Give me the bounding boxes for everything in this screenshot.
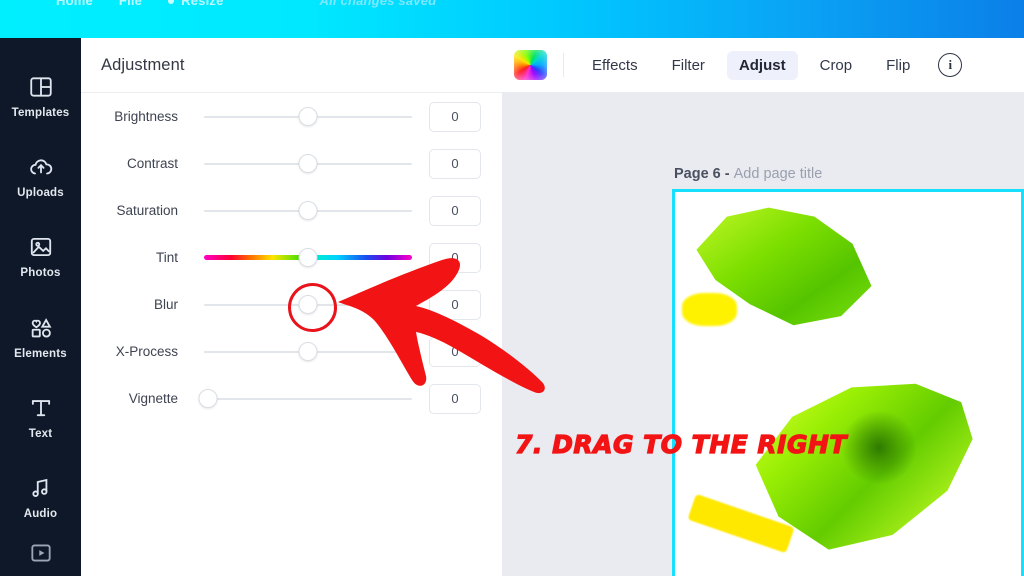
status-dot-icon bbox=[168, 0, 175, 5]
top-menu-item-resize[interactable]: Resize bbox=[168, 0, 223, 8]
slider-track[interactable] bbox=[204, 397, 412, 400]
slider-row-x-process: X-Process 0 bbox=[81, 328, 502, 375]
slider-x-process[interactable] bbox=[204, 342, 412, 362]
panel-title: Adjustment bbox=[101, 55, 185, 74]
top-menu-label: Home bbox=[56, 0, 93, 8]
adjustment-panel: Adjustment Brightness 0 Contrast 0 Saturatio… bbox=[81, 38, 502, 576]
image-edit-toolbar: Effects Filter Adjust Crop Flip i bbox=[502, 38, 1024, 92]
slider-saturation[interactable] bbox=[204, 201, 412, 221]
top-menu-item-file[interactable]: File bbox=[119, 0, 142, 8]
left-sidebar: Templates Uploads Photos Elements Text A… bbox=[0, 38, 81, 576]
video-icon bbox=[28, 540, 54, 566]
templates-icon bbox=[28, 74, 54, 100]
sidebar-label-photos: Photos bbox=[20, 267, 61, 280]
slider-row-brightness: Brightness 0 bbox=[81, 93, 502, 140]
page-title-label[interactable]: Page 6 - Add page title bbox=[674, 166, 822, 182]
toolbar-tabs: Effects Filter Adjust Crop Flip bbox=[580, 50, 932, 80]
sidebar-item-text[interactable]: Text bbox=[0, 377, 81, 457]
slider-label-contrast: Contrast bbox=[126, 156, 178, 171]
slider-blur[interactable] bbox=[204, 295, 412, 315]
slider-label-brightness: Brightness bbox=[114, 109, 178, 124]
slider-value-tint[interactable]: 0 bbox=[429, 242, 481, 273]
slider-knob-vignette[interactable] bbox=[198, 389, 218, 408]
canvas-area: Effects Filter Adjust Crop Flip i Page 6 - A… bbox=[502, 38, 1024, 576]
slider-tint[interactable] bbox=[204, 248, 412, 268]
slider-vignette[interactable] bbox=[198, 389, 412, 409]
step-instruction-text: 7. DRAG TO THE RIGHT bbox=[514, 429, 847, 459]
slider-label-blur: Blur bbox=[153, 297, 178, 312]
slider-value-blur[interactable]: 0 bbox=[429, 289, 481, 320]
slider-row-saturation: Saturation 0 bbox=[81, 187, 502, 234]
top-menu-label: File bbox=[118, 0, 143, 8]
sidebar-item-uploads[interactable]: Uploads bbox=[0, 136, 81, 216]
slider-row-vignette: Vignette 0 bbox=[81, 375, 502, 422]
leaf-top bbox=[696, 207, 872, 326]
elements-icon bbox=[28, 315, 54, 341]
slider-row-contrast: Contrast 0 bbox=[81, 140, 502, 187]
sidebar-label-text: Text bbox=[28, 427, 53, 440]
tab-filter[interactable]: Filter bbox=[660, 51, 717, 80]
tab-crop[interactable]: Crop bbox=[808, 51, 865, 80]
slider-value-vignette[interactable]: 0 bbox=[429, 383, 481, 414]
photo-leaves bbox=[675, 192, 1021, 576]
tab-adjust[interactable]: Adjust bbox=[726, 50, 798, 80]
top-menu-bar: Home File Resize All changes saved bbox=[0, 0, 1024, 38]
photo-icon bbox=[28, 234, 54, 260]
slider-label-x-process: X-Process bbox=[115, 344, 178, 359]
tab-effects[interactable]: Effects bbox=[580, 51, 650, 80]
top-menu-label: Resize bbox=[181, 0, 224, 8]
slider-row-tint: Tint 0 bbox=[81, 234, 502, 281]
selected-image-frame[interactable] bbox=[672, 189, 1024, 576]
leaf-top-stem bbox=[681, 292, 738, 327]
slider-value-contrast[interactable]: 0 bbox=[429, 148, 481, 179]
sidebar-label-audio: Audio bbox=[23, 508, 58, 521]
text-icon bbox=[28, 395, 54, 421]
leaf-bottom-vein bbox=[841, 409, 918, 486]
slider-label-vignette: Vignette bbox=[128, 391, 178, 406]
top-menu-items: Home File Resize All changes saved bbox=[0, 0, 1024, 10]
slider-value-brightness[interactable]: 0 bbox=[429, 101, 481, 132]
sidebar-item-videos[interactable] bbox=[0, 538, 81, 576]
sidebar-item-photos[interactable]: Photos bbox=[0, 217, 81, 297]
tab-flip[interactable]: Flip bbox=[874, 51, 922, 80]
slider-knob-blur[interactable] bbox=[298, 295, 318, 314]
page-title-placeholder: Add page title bbox=[733, 166, 823, 182]
slider-row-blur: Blur 0 bbox=[81, 281, 502, 328]
slider-knob-brightness[interactable] bbox=[298, 107, 318, 126]
slider-list: Brightness 0 Contrast 0 Saturation 0 Tint 0 Blur… bbox=[81, 93, 502, 422]
slider-knob-x-process[interactable] bbox=[298, 342, 318, 361]
sidebar-item-elements[interactable]: Elements bbox=[0, 297, 81, 377]
info-icon[interactable]: i bbox=[938, 53, 963, 77]
toolbar-divider bbox=[563, 53, 564, 77]
slider-label-saturation: Saturation bbox=[116, 203, 178, 218]
slider-knob-contrast[interactable] bbox=[298, 154, 318, 173]
audio-icon bbox=[28, 475, 54, 501]
sidebar-item-templates[interactable]: Templates bbox=[0, 56, 81, 136]
saved-status-text: All changes saved bbox=[319, 0, 437, 8]
slider-value-saturation[interactable]: 0 bbox=[429, 195, 481, 226]
upload-cloud-icon bbox=[28, 154, 54, 180]
slider-knob-tint[interactable] bbox=[298, 248, 318, 267]
sidebar-item-audio[interactable]: Audio bbox=[0, 457, 81, 537]
top-menu-item-home[interactable]: Home bbox=[56, 0, 93, 8]
page-number: Page 6 - bbox=[674, 166, 734, 182]
color-wheel-icon[interactable] bbox=[514, 50, 547, 80]
slider-knob-saturation[interactable] bbox=[298, 201, 318, 220]
sidebar-label-elements: Elements bbox=[14, 347, 67, 360]
sidebar-label-templates: Templates bbox=[11, 106, 70, 119]
slider-contrast[interactable] bbox=[204, 154, 412, 174]
adjustment-panel-header: Adjustment bbox=[81, 38, 502, 93]
slider-brightness[interactable] bbox=[204, 107, 412, 127]
sidebar-label-uploads: Uploads bbox=[17, 186, 64, 199]
slider-value-x-process[interactable]: 0 bbox=[429, 336, 481, 367]
slider-label-tint: Tint bbox=[155, 250, 178, 265]
